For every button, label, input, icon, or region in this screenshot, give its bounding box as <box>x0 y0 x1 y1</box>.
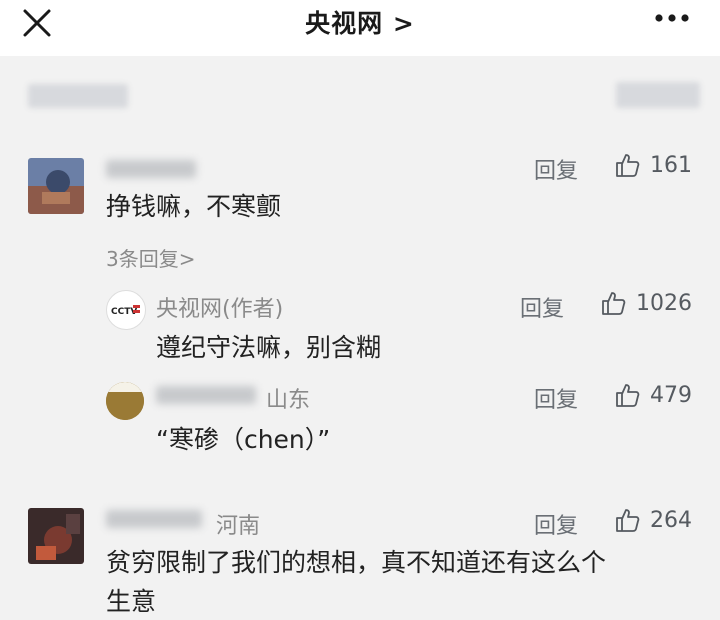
reply-button[interactable]: 回复 <box>534 382 578 414</box>
like-count: 479 <box>650 382 692 408</box>
avatar[interactable] <box>28 158 84 214</box>
top-bar: 央视网 > <box>0 0 720 56</box>
author-location: 河南 <box>216 514 261 539</box>
thumbs-up-icon <box>602 292 626 315</box>
comment-text-line-2: 生意 <box>106 587 157 616</box>
more-icon[interactable] <box>654 13 690 23</box>
sort-control-blurred[interactable] <box>616 82 700 108</box>
section-heading-blurred <box>28 84 128 108</box>
reply-button[interactable]: 回复 <box>520 291 564 323</box>
author-location: 山东 <box>266 388 311 413</box>
thumbs-up-icon <box>616 154 640 177</box>
reply-text: 遵纪守法嘛，别含糊 <box>156 333 382 362</box>
reply-text: “寒碜（chen）” <box>156 425 331 454</box>
comment-text-line-1: 贫穷限制了我们的想相，真不知道还有这么个 <box>106 548 607 577</box>
avatar[interactable] <box>28 508 84 564</box>
thumbs-up-icon <box>616 509 640 532</box>
like-count: 161 <box>650 152 692 178</box>
page-title[interactable]: 央视网 > <box>0 4 720 40</box>
author-name-blurred[interactable] <box>106 510 202 528</box>
like-button[interactable]: 1026 <box>600 290 692 316</box>
like-count: 264 <box>650 507 692 533</box>
avatar[interactable] <box>106 382 144 420</box>
author-name-blurred[interactable] <box>156 386 256 404</box>
like-button[interactable]: 479 <box>614 382 692 408</box>
comment-section: 挣钱嘛，不寒颤 回复 161 3条回复> CCTV 央视网(作者) 遵纪守法嘛，… <box>0 56 720 620</box>
reply-button[interactable]: 回复 <box>534 153 578 185</box>
like-button[interactable]: 161 <box>614 152 692 178</box>
like-count: 1026 <box>636 290 692 316</box>
author-name-blurred[interactable] <box>106 160 196 178</box>
cctv-logo: CCTV <box>106 290 146 330</box>
reply-button[interactable]: 回复 <box>534 508 578 540</box>
more-replies-link[interactable]: 3条回复> <box>106 243 195 272</box>
thumbs-up-icon <box>616 384 640 407</box>
like-button[interactable]: 264 <box>614 507 692 533</box>
comment-text: 挣钱嘛，不寒颤 <box>106 192 282 221</box>
author-name[interactable]: 央视网(作者) <box>156 291 283 323</box>
